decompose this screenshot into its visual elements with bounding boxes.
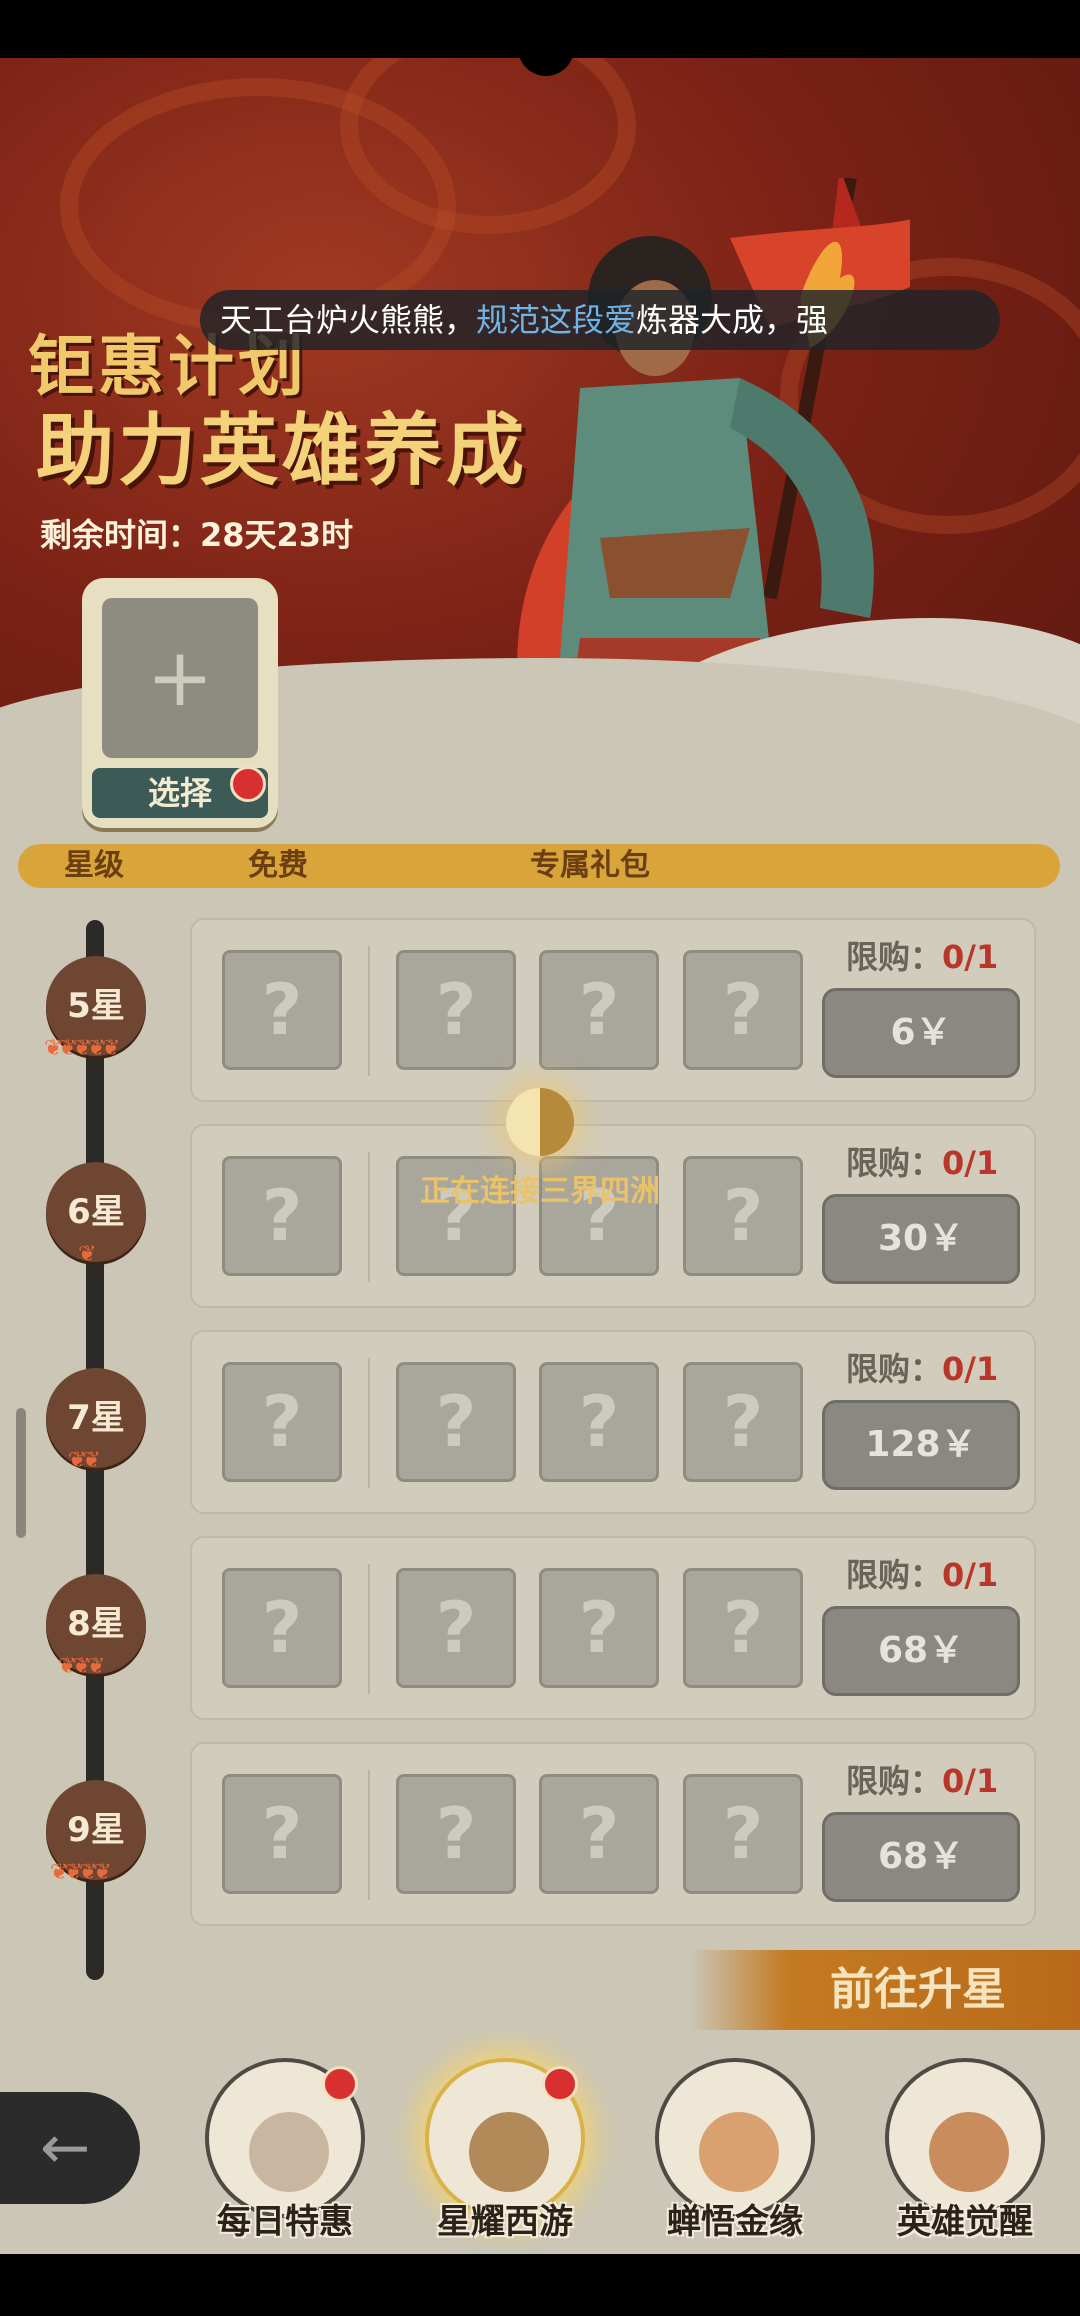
flame-icons: ❦❦❦❦❦ (44, 1036, 120, 1061)
yin-yang-loading-icon (506, 1088, 574, 1156)
divider (368, 1358, 370, 1488)
nav-daily-deals[interactable]: 每日特惠 (190, 2058, 380, 2254)
column-free: 免费 (248, 848, 308, 883)
pack-reward-slot[interactable]: ? (683, 1774, 803, 1894)
pack-reward-slot[interactable]: ? (683, 1362, 803, 1482)
limit-label: 限购： (846, 938, 943, 976)
ticker-text: 天工台炉火熊熊， (220, 301, 477, 339)
limit-label: 限购： (846, 1350, 943, 1388)
character-portrait (469, 2112, 549, 2192)
pack-reward-slot[interactable]: ? (539, 1362, 659, 1482)
scrollbar[interactable] (16, 1408, 26, 1538)
purchase-limit: 限购：0/1 (846, 1756, 998, 1802)
gift-row-6star: ? ? ? ? 限购：0/1 30￥ (190, 1124, 1036, 1308)
pack-reward-slot[interactable]: ? (396, 1362, 516, 1482)
goto-upgrade-label: 前往升星 (830, 1964, 1006, 2015)
pack-reward-slot[interactable]: ? (396, 1774, 516, 1894)
limit-count: 0/1 (942, 1762, 999, 1800)
character-portrait (929, 2112, 1009, 2192)
limit-count: 0/1 (942, 1556, 999, 1594)
buy-button[interactable]: 6￥ (822, 988, 1020, 1078)
nav-label: 英雄觉醒 (897, 2202, 1033, 2242)
nav-star-journey[interactable]: 星耀西游 (410, 2058, 600, 2254)
character-portrait (249, 2112, 329, 2192)
buy-button[interactable]: 68￥ (822, 1606, 1020, 1696)
goto-upgrade-button[interactable]: 前往升星 (690, 1950, 1080, 2030)
free-reward-slot[interactable]: ? (222, 1774, 342, 1894)
back-button[interactable]: ← (0, 2092, 140, 2204)
flame-icons: ❦❦ (68, 1448, 101, 1473)
gift-row-7star: ? ? ? ? 限购：0/1 128￥ (190, 1330, 1036, 1514)
buy-button[interactable]: 30￥ (822, 1194, 1020, 1284)
hero-slot[interactable]: + (102, 598, 258, 758)
news-ticker: 天工台炉火熊熊，规范这段爱炼器大成，强 (200, 290, 1000, 350)
gift-row-5star: ? ? ? ? 限购：0/1 6￥ (190, 918, 1036, 1102)
limit-label: 限购： (846, 1144, 943, 1182)
limit-label: 限购： (846, 1556, 943, 1594)
divider (368, 1770, 370, 1900)
nav-label: 每日特惠 (217, 2202, 353, 2242)
plus-icon: + (146, 631, 214, 724)
divider (368, 946, 370, 1076)
pack-reward-slot[interactable]: ? (683, 1568, 803, 1688)
column-header: 星级 免费 专属礼包 (18, 844, 1060, 888)
remaining-time: 剩余时间：28天23时 (40, 516, 354, 554)
column-star: 星级 (64, 848, 124, 883)
star-badge: 6星 (46, 1162, 146, 1262)
limit-count: 0/1 (942, 1350, 999, 1388)
select-hero-card[interactable]: + 选择 (82, 578, 278, 828)
nav-label: 蝉悟金缘 (667, 2202, 803, 2242)
purchase-limit: 限购：0/1 (846, 1138, 998, 1184)
divider (368, 1564, 370, 1694)
flame-icons: ❦❦❦❦ (50, 1860, 112, 1885)
pack-reward-slot[interactable]: ? (539, 1774, 659, 1894)
gift-row-8star: ? ? ? ? 限购：0/1 68￥ (190, 1536, 1036, 1720)
divider (368, 1152, 370, 1282)
free-reward-slot[interactable]: ? (222, 1568, 342, 1688)
nav-label: 星耀西游 (437, 2202, 573, 2242)
loading-text: 正在连接三界四洲 (420, 1174, 660, 1209)
pack-reward-slot[interactable]: ? (539, 950, 659, 1070)
purchase-limit: 限购：0/1 (846, 932, 998, 978)
event-screen: 钜惠计划 天工台炉火熊熊，规范这段爱炼器大成，强 助力英雄养成 剩余时间：28天… (0, 58, 1080, 2254)
limit-count: 0/1 (942, 1144, 999, 1182)
purchase-limit: 限购：0/1 (846, 1344, 998, 1390)
column-pack: 专属礼包 (530, 848, 650, 883)
ticker-text: 炼器大成，强 (636, 301, 829, 339)
gift-row-9star: ? ? ? ? 限购：0/1 68￥ (190, 1742, 1036, 1926)
back-arrow-icon: ← (40, 2113, 91, 2183)
buy-button[interactable]: 68￥ (822, 1812, 1020, 1902)
limit-count: 0/1 (942, 938, 999, 976)
notification-dot (322, 2066, 358, 2102)
pack-reward-slot[interactable]: ? (683, 1156, 803, 1276)
limit-label: 限购： (846, 1762, 943, 1800)
purchase-limit: 限购：0/1 (846, 1550, 998, 1596)
free-reward-slot[interactable]: ? (222, 1362, 342, 1482)
event-title-line2: 助力英雄养成 (36, 406, 529, 496)
character-portrait (699, 2112, 779, 2192)
nav-golden-fate[interactable]: 蝉悟金缘 (640, 2058, 830, 2254)
free-reward-slot[interactable]: ? (222, 950, 342, 1070)
free-reward-slot[interactable]: ? (222, 1156, 342, 1276)
notification-dot (230, 766, 266, 802)
pack-reward-slot[interactable]: ? (683, 950, 803, 1070)
buy-button[interactable]: 128￥ (822, 1400, 1020, 1490)
pack-reward-slot[interactable]: ? (539, 1568, 659, 1688)
ticker-highlight: 规范这段爱 (476, 301, 637, 339)
flame-icons: ❦❦❦ (58, 1654, 105, 1679)
pack-reward-slot[interactable]: ? (396, 950, 516, 1070)
nav-hero-awaken[interactable]: 英雄觉醒 (870, 2058, 1060, 2254)
notification-dot (542, 2066, 578, 2102)
flame-icons: ❦ (78, 1242, 97, 1267)
event-banner: 钜惠计划 天工台炉火熊熊，规范这段爱炼器大成，强 助力英雄养成 剩余时间：28天… (0, 58, 1080, 848)
pack-reward-slot[interactable]: ? (396, 1568, 516, 1688)
